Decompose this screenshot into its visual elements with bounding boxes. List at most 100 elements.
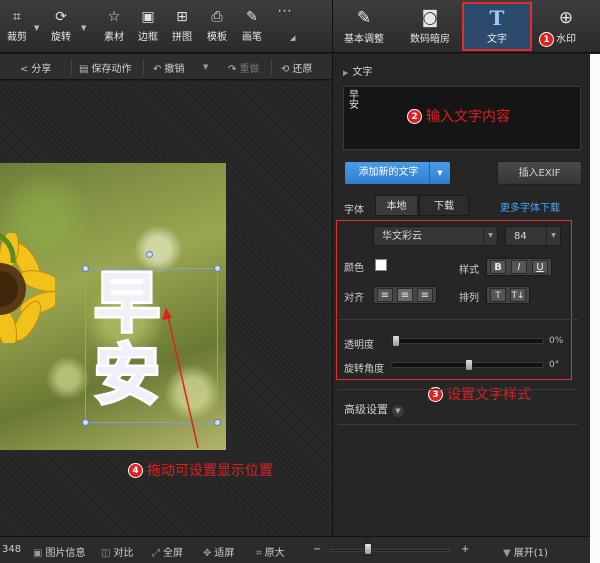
rotate-dropdown-icon[interactable]: ▼ bbox=[81, 24, 86, 32]
resize-handle[interactable] bbox=[214, 419, 221, 426]
annotation-3: 3 设置文字样式 bbox=[428, 384, 531, 404]
zoom-slider[interactable] bbox=[330, 549, 450, 552]
canvas-area: 早 安 早 安 4 拖动可设置显示位置 bbox=[0, 81, 332, 536]
save-icon: ▤ bbox=[79, 64, 89, 75]
tab-text[interactable]: T 文字 bbox=[462, 2, 532, 51]
save-action-button[interactable]: ▤ 保存动作 bbox=[79, 60, 131, 75]
crop-dropdown-icon[interactable]: ▼ bbox=[34, 24, 39, 32]
redo-icon: ↷ bbox=[228, 64, 237, 75]
printer-icon: ⎙ bbox=[211, 9, 223, 25]
opacity-slider-knob[interactable] bbox=[392, 335, 400, 347]
collage-tool[interactable]: ⊞ 拼图 bbox=[165, 8, 199, 43]
order-label: 排列 bbox=[459, 293, 479, 304]
adjust-icon: ✎ bbox=[356, 8, 372, 28]
image-dimension-text: 348 bbox=[2, 544, 22, 555]
more-expand-icon[interactable]: ◢ bbox=[290, 34, 295, 42]
material-tool[interactable]: ☆ 素材 bbox=[97, 8, 131, 43]
italic-button[interactable]: I bbox=[511, 260, 527, 274]
tab-watermark[interactable]: ⊕ 1 水印 bbox=[536, 2, 596, 51]
section-divider bbox=[338, 319, 578, 320]
original-size-button[interactable]: ⌗ 原大 bbox=[256, 544, 285, 559]
align-left-icon[interactable]: ≡ bbox=[377, 288, 393, 302]
font-family-select[interactable]: 华文彩云 ▼ bbox=[373, 226, 498, 246]
horizontal-text-icon[interactable]: T bbox=[490, 288, 506, 302]
fit-screen-button[interactable]: ✥ 适屏 bbox=[203, 544, 234, 559]
zoom-out-button[interactable]: − bbox=[313, 544, 321, 555]
align-label: 对齐 bbox=[344, 293, 364, 304]
resize-handle[interactable] bbox=[82, 419, 89, 426]
tab-basic-adjust[interactable]: ✎ 基本调整 bbox=[333, 2, 395, 51]
fullscreen-button[interactable]: ⤢ 全屏 bbox=[152, 544, 183, 559]
rotation-slider[interactable] bbox=[391, 359, 544, 371]
font-size-select[interactable]: 84 ▼ bbox=[505, 226, 561, 246]
more-fonts-link[interactable]: 更多字体下载 bbox=[500, 199, 560, 214]
photo-image: 早 安 早 安 bbox=[0, 163, 226, 450]
insert-exif-button[interactable]: 插入EXIF bbox=[497, 161, 582, 185]
right-tab-bar: ✎ 基本调整 ◙ 数码暗房 T 文字 ⊕ 1 水印 bbox=[332, 0, 600, 53]
crop-icon: ⌗ bbox=[13, 9, 21, 25]
rotate-handle[interactable] bbox=[146, 251, 153, 258]
zoom-slider-knob[interactable] bbox=[363, 543, 372, 555]
toolbar-divider bbox=[271, 59, 272, 75]
vertical-text-icon[interactable]: T↓ bbox=[510, 288, 526, 302]
original-size-icon: ⌗ bbox=[256, 548, 262, 559]
watermark-icon: ⊕ bbox=[558, 8, 574, 28]
text-panel: ▶ 文字 早 安 2 输入文字内容 添加新的文字 ▼ 插入EXIF 字体 本地 下载… bbox=[332, 54, 590, 536]
rotate-icon: ⟳ bbox=[55, 9, 67, 25]
image-info-button[interactable]: ▣ 图片信息 bbox=[33, 544, 85, 559]
toolbar-divider bbox=[71, 59, 72, 75]
advanced-settings-toggle[interactable]: 高级设置 ▼ bbox=[344, 401, 404, 417]
action-toolbar: < 分享 ▤ 保存动作 ↶ 撤销 ▼ ↷ 重做 ⟲ 还原 bbox=[0, 54, 332, 80]
template-tool[interactable]: ⎙ 模板 bbox=[200, 8, 234, 43]
tab-font-download[interactable]: 下载 bbox=[419, 195, 469, 216]
color-label: 颜色 bbox=[344, 263, 364, 274]
text-T-icon: T bbox=[489, 6, 505, 30]
annotation-2: 2 输入文字内容 bbox=[407, 106, 510, 126]
align-center-icon[interactable]: ≡ bbox=[397, 288, 413, 302]
add-text-dropdown-icon[interactable]: ▼ bbox=[429, 162, 450, 184]
more-tool[interactable]: ··· bbox=[268, 4, 302, 18]
share-icon: < bbox=[20, 64, 29, 75]
resize-handle[interactable] bbox=[82, 265, 89, 272]
expand-button[interactable]: ▼ 展开(1) bbox=[503, 544, 548, 559]
align-right-icon[interactable]: ≡ bbox=[417, 288, 433, 302]
font-label: 字体 bbox=[344, 205, 364, 216]
style-button-group: B I U bbox=[486, 258, 552, 276]
border-tool[interactable]: ▣ 边框 bbox=[131, 8, 165, 43]
share-button[interactable]: < 分享 bbox=[20, 60, 51, 75]
tab-digital-darkroom[interactable]: ◙ 数码暗房 bbox=[397, 2, 463, 51]
section-divider bbox=[338, 389, 578, 390]
restore-button[interactable]: ⟲ 还原 bbox=[281, 60, 312, 75]
annotation-badge-1: 1 bbox=[539, 32, 554, 47]
redo-button[interactable]: ↷ 重做 bbox=[228, 60, 259, 75]
rotate-tool[interactable]: ⟳ 旋转 bbox=[44, 8, 78, 43]
compare-button[interactable]: ◫ 对比 bbox=[101, 544, 133, 559]
brush-icon: ✎ bbox=[246, 9, 258, 25]
collapse-arrow-icon[interactable]: ▶ bbox=[343, 69, 348, 77]
undo-dropdown-icon[interactable]: ▼ bbox=[203, 63, 208, 71]
tab-font-local[interactable]: 本地 bbox=[375, 195, 418, 216]
opacity-slider[interactable] bbox=[391, 335, 544, 347]
undo-icon: ↶ bbox=[153, 64, 162, 75]
opacity-label: 透明度 bbox=[344, 340, 374, 351]
restore-icon: ⟲ bbox=[281, 64, 290, 75]
camera-icon: ◙ bbox=[421, 8, 439, 28]
brush-tool[interactable]: ✎ 画笔 bbox=[235, 8, 269, 43]
order-button-group: T T↓ bbox=[486, 286, 530, 304]
section-divider bbox=[338, 424, 578, 425]
annotation-4: 4 拖动可设置显示位置 bbox=[128, 460, 273, 480]
grid-icon: ⊞ bbox=[176, 9, 188, 25]
zoom-in-button[interactable]: + bbox=[461, 544, 469, 555]
color-swatch[interactable] bbox=[375, 259, 387, 271]
right-edge-strip bbox=[590, 54, 600, 563]
resize-handle[interactable] bbox=[214, 265, 221, 272]
image-icon: ▣ bbox=[33, 548, 43, 559]
crop-tool[interactable]: ⌗ 裁剪 bbox=[0, 8, 34, 43]
underline-button[interactable]: U bbox=[532, 260, 548, 274]
status-bar: 348 ▣ 图片信息 ◫ 对比 ⤢ 全屏 ✥ 适屏 ⌗ 原大 − + ▼ 展开(1) bbox=[0, 536, 590, 563]
bold-button[interactable]: B bbox=[490, 260, 506, 274]
style-label: 样式 bbox=[459, 265, 479, 276]
undo-button[interactable]: ↶ 撤销 bbox=[153, 60, 184, 75]
main-toolbar: ⌗ 裁剪 ▼ ⟳ 旋转 ▼ ☆ 素材 ▣ 边框 ⊞ 拼图 ⎙ 模板 ✎ 画笔 ·… bbox=[0, 0, 332, 53]
rotation-slider-knob[interactable] bbox=[464, 359, 473, 371]
